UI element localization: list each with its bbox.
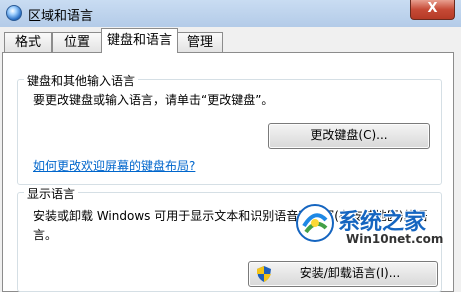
keyboards-group-legend: 键盘和其他输入语言 [24, 72, 139, 89]
keyboards-description: 要更改键盘或输入语言，请单击“更改键盘”。 [33, 93, 274, 107]
window-title: 区域和语言 [28, 9, 94, 24]
keyboards-group: 键盘和其他输入语言 要更改键盘或输入语言，请单击“更改键盘”。 更改键盘(C).… [17, 72, 442, 185]
install-uninstall-languages-button[interactable]: 安装/卸载语言(I)... [248, 261, 438, 287]
watermark-logo-icon [296, 204, 334, 242]
change-keyboards-button[interactable]: 更改键盘(C)... [268, 123, 430, 149]
tab-location[interactable]: 位置 [52, 32, 102, 52]
tab-keyboards-languages[interactable]: 键盘和语言 [101, 28, 178, 53]
watermark-url: Win10net.com [346, 232, 444, 246]
tab-panel: 键盘和其他输入语言 要更改键盘或输入语言，请单击“更改键盘”。 更改键盘(C).… [2, 52, 454, 292]
close-button[interactable]: X [410, 0, 455, 20]
welcome-screen-keyboard-link[interactable]: 如何更改欢迎屏幕的键盘布局? [33, 157, 195, 175]
display-language-legend: 显示语言 [24, 185, 79, 202]
title-bar[interactable]: 区域和语言 X [0, 0, 461, 27]
tab-strip: 格式 位置 键盘和语言 管理 [0, 27, 461, 53]
tab-formats[interactable]: 格式 [4, 32, 52, 52]
uac-shield-icon [257, 266, 271, 282]
install-button-label: 安装/卸载语言(I)... [299, 266, 401, 280]
globe-icon [6, 5, 22, 21]
display-language-description-line2: 言。 [33, 228, 58, 242]
tab-administrative[interactable]: 管理 [177, 32, 223, 52]
